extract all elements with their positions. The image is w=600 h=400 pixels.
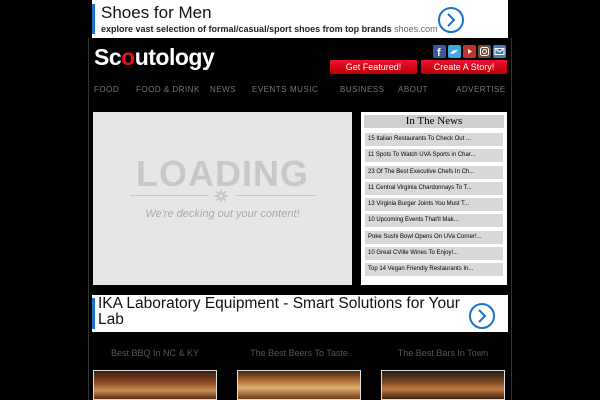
card-thumbnail-image[interactable] [237,370,361,400]
nav-item-music[interactable]: MUSIC [290,85,318,94]
news-item[interactable]: 15 Italian Restaurants To Check Out ... [365,133,503,146]
youtube-icon[interactable] [463,45,476,58]
nav-item-advertise[interactable]: ADVERTISE [456,85,506,94]
card-title[interactable]: The Best Bars In Town [381,348,505,358]
logo-text-o: o [121,44,135,70]
ad-next-button[interactable] [438,7,464,33]
facebook-icon[interactable]: f [433,45,446,59]
ad-title[interactable]: IKA Laboratory Equipment - Smart Solutio… [98,296,468,328]
chevron-right-icon [478,309,487,323]
news-item[interactable]: Top 14 Vegan Friendly Restaurants In... [365,263,503,276]
card-thumbnail-image[interactable] [381,370,505,400]
nav-item-business[interactable]: BUSINESS [340,85,384,94]
news-item[interactable]: 10 Upcoming Events That'll Mak... [365,214,503,227]
ad-accent-bar [92,4,95,34]
nav-item-about[interactable]: ABOUT [398,85,428,94]
mid-advertisement[interactable]: IKA Laboratory Equipment - Smart Solutio… [92,295,508,332]
twitter-icon[interactable] [448,45,461,58]
divider-left [130,195,208,196]
card-title[interactable]: Best BBQ In NC & KY [93,348,217,358]
create-story-button[interactable]: Create A Story! [421,60,507,74]
nav-item-food[interactable]: FOOD [94,85,119,94]
ad-domain: shoes.com [394,24,438,34]
card-thumbnail-image[interactable] [93,370,217,400]
loading-panel: LOADING We're decking out your content! [93,112,352,285]
news-item[interactable]: 10 Great CVille Wines To Enjoy!... [365,247,503,260]
site-logo[interactable]: Scoutology [94,44,215,71]
get-featured-button[interactable]: Get Featured! [330,60,417,74]
logo-text-end: utology [134,44,215,70]
news-item[interactable]: Poke Sushi Bowl Opens On UVa Corner!... [365,231,503,244]
news-panel: In The News 15 Italian Restaurants To Ch… [361,112,507,285]
ad-description-text: explore vast selection of formal/casual/… [101,24,392,34]
ad-accent-bar [92,298,95,329]
frame-border-left [88,38,89,400]
nav-item-food-drink[interactable]: FOOD & DRINK [136,85,200,94]
nav-item-news[interactable]: NEWS [210,85,236,94]
card-title[interactable]: The Best Beers To Taste [237,348,361,358]
chevron-right-icon [447,13,456,27]
email-icon[interactable] [493,45,506,58]
ad-description: explore vast selection of formal/casual/… [101,24,438,34]
loading-subtitle: We're decking out your content! [145,208,300,220]
ad-next-button[interactable] [469,303,495,329]
top-advertisement[interactable]: Shoes for Men explore vast selection of … [92,0,508,38]
svg-text:f: f [437,47,441,58]
news-item[interactable]: 11 Central Virginia Chardonnays To T... [365,182,503,195]
news-heading: In The News [364,115,504,128]
divider-right [237,195,315,196]
logo-text-start: Sc [94,44,122,70]
frame-border-right [511,38,512,400]
nav-item-events[interactable]: EVENTS [252,85,287,94]
instagram-icon[interactable] [478,45,491,58]
news-item[interactable]: 23 Of The Best Executive Chefs In Ch... [365,166,503,179]
gear-icon [214,189,228,203]
news-item[interactable]: 13 Virginia Burger Joints You Must T... [365,198,503,211]
ad-title[interactable]: Shoes for Men [101,3,212,23]
main-navigation: FOOD FOOD & DRINK NEWS EVENTS MUSIC BUSI… [92,82,508,98]
news-item[interactable]: 11 Spots To Watch UVA Sports in Char... [365,149,503,162]
